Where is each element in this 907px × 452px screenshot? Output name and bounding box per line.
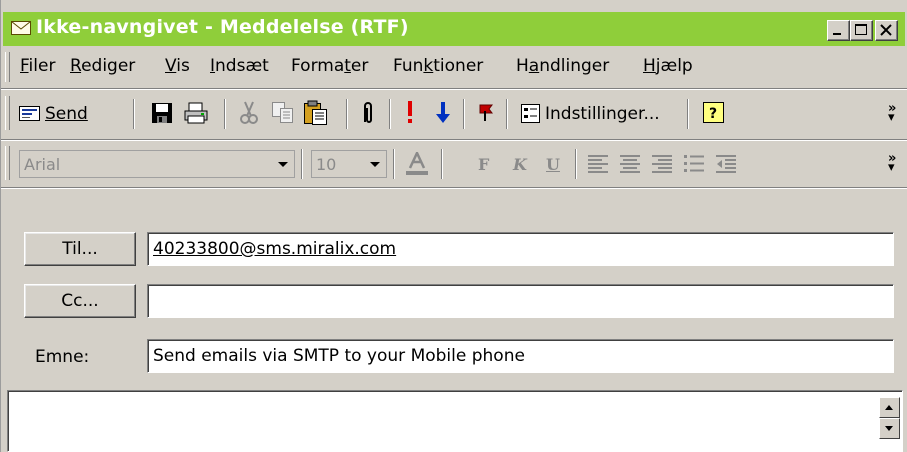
low-importance-icon[interactable] <box>435 101 451 125</box>
toolbar-separator <box>393 149 395 179</box>
print-icon[interactable] <box>183 102 209 124</box>
toolbar-separator-line <box>1 139 907 141</box>
toolbar-separator <box>687 99 689 129</box>
menu-separator <box>1 88 907 90</box>
cc-button-label: Cc... <box>61 291 99 311</box>
send-button[interactable]: Send <box>13 100 125 128</box>
minimize-icon <box>833 33 841 35</box>
more-icon[interactable]: » ▾ <box>888 102 896 124</box>
svg-text:?: ? <box>709 106 717 122</box>
toolbar-separator <box>133 99 135 129</box>
toolbar-separator <box>346 99 348 129</box>
send-icon <box>19 106 40 121</box>
bullets-icon[interactable] <box>683 154 705 174</box>
menu-formater[interactable]: Formater <box>291 56 368 76</box>
size-select[interactable]: 10 <box>311 150 387 178</box>
menu-handlinger[interactable]: Handlinger <box>516 56 609 76</box>
align-left-icon[interactable] <box>587 154 609 174</box>
help-icon[interactable]: ? <box>703 102 725 124</box>
message-window: Ikke-navngivet - Meddelelse (RTF) Filer … <box>0 0 907 452</box>
menu-rediger[interactable]: Rediger <box>70 56 135 76</box>
toolbar-separator <box>389 99 391 129</box>
standard-toolbar: Send Indstillinger... ? » ▾ <box>3 92 905 136</box>
font-select[interactable]: Arial <box>19 150 295 178</box>
toolbar-separator <box>224 99 226 129</box>
toolbar-separator <box>301 149 303 179</box>
cc-field[interactable] <box>147 284 894 318</box>
menu-vis[interactable]: Vis <box>165 56 190 76</box>
title-bar[interactable]: Ikke-navngivet - Meddelelse (RTF) <box>3 12 905 46</box>
arrow-up-icon <box>885 405 893 410</box>
options-label: Indstillinger... <box>545 104 660 124</box>
toolbar-separator <box>575 149 577 179</box>
bold-button[interactable]: F <box>478 155 489 174</box>
decrease-indent-icon[interactable] <box>715 154 737 174</box>
to-field[interactable]: 40233800@sms.miralix.com <box>147 232 894 266</box>
scroll-down-button[interactable] <box>879 418 900 439</box>
maximize-button[interactable] <box>850 20 873 41</box>
menu-hjaelp[interactable]: Hjælp <box>643 56 693 76</box>
toolbar-separator-line <box>1 187 907 189</box>
envelope-icon <box>11 21 31 35</box>
menu-funktioner[interactable]: Funktioner <box>393 56 483 76</box>
to-button-label: Til... <box>62 239 98 259</box>
toolbar-separator <box>463 99 465 129</box>
chevron-down-icon <box>370 162 380 167</box>
more-icon[interactable]: » ▾ <box>888 152 896 174</box>
font-value: Arial <box>24 155 61 174</box>
close-icon <box>880 24 892 36</box>
message-body[interactable] <box>7 390 903 452</box>
chevron-down-icon <box>278 162 288 167</box>
high-importance-icon[interactable] <box>405 100 415 126</box>
menu-bar: Filer Rediger Vis Indsæt Formater Funkti… <box>3 48 905 86</box>
minimize-button[interactable] <box>827 20 850 41</box>
attach-icon[interactable] <box>360 100 376 126</box>
toolbar-grip[interactable] <box>5 96 10 130</box>
flag-icon[interactable] <box>478 103 494 123</box>
underline-button[interactable]: U <box>546 155 560 174</box>
window-title: Ikke-navngivet - Meddelelse (RTF) <box>36 16 409 38</box>
options-icon <box>521 104 540 123</box>
font-color-icon[interactable] <box>406 152 428 176</box>
paste-icon[interactable] <box>303 100 329 126</box>
subject-field[interactable]: Send emails via SMTP to your Mobile phon… <box>147 339 894 373</box>
save-icon[interactable] <box>151 102 173 124</box>
toolbar-grip[interactable] <box>5 146 10 180</box>
arrow-down-icon <box>885 426 893 431</box>
to-recipient[interactable]: 40233800@sms.miralix.com <box>153 239 396 259</box>
italic-button[interactable]: K <box>513 155 527 174</box>
menu-grip[interactable] <box>5 52 10 82</box>
align-right-icon[interactable] <box>651 154 673 174</box>
toolbar-separator <box>441 149 443 179</box>
menu-filer[interactable]: Filer <box>20 56 55 76</box>
send-label: Send <box>45 104 88 124</box>
close-button[interactable] <box>875 20 898 41</box>
to-button[interactable]: Til... <box>24 232 136 266</box>
maximize-icon <box>855 24 867 35</box>
cut-icon[interactable] <box>239 101 259 125</box>
toolbar-separator <box>506 99 508 129</box>
options-button[interactable]: Indstillinger... <box>515 100 680 128</box>
menu-indsaet[interactable]: Indsæt <box>210 56 269 76</box>
cc-button[interactable]: Cc... <box>24 284 136 318</box>
copy-icon[interactable] <box>271 101 295 125</box>
formatting-toolbar: Arial 10 F K U » ▾ <box>3 142 905 186</box>
scroll-up-button[interactable] <box>879 397 900 418</box>
align-center-icon[interactable] <box>619 154 641 174</box>
subject-label: Emne: <box>35 347 90 367</box>
size-value: 10 <box>316 155 337 174</box>
